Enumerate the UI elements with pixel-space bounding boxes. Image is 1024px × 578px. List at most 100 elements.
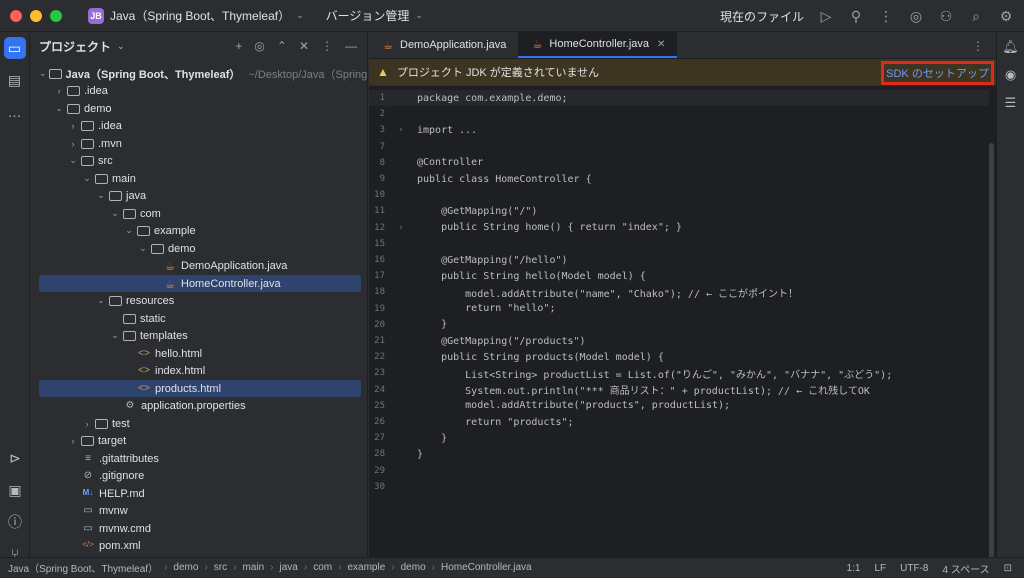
code-line[interactable]: 23 List<String> productList = List.of("り… [369, 365, 989, 381]
terminal-icon[interactable]: ▣ [4, 479, 26, 501]
code-line[interactable]: 18 model.addAttribute("name", "Chako"); … [369, 284, 989, 300]
tree-item[interactable]: <> index.html [39, 362, 361, 379]
tree-item[interactable]: static [39, 310, 361, 327]
more-icon[interactable]: ⋮ [878, 8, 894, 25]
tree-item[interactable]: ⌄ main [39, 170, 361, 187]
chevron-right-icon[interactable]: › [81, 419, 93, 429]
ai-assistant-icon[interactable]: ◎ [908, 8, 924, 25]
breadcrumb-item[interactable]: HomeController.java [441, 562, 532, 573]
breadcrumb-item[interactable]: example [347, 562, 385, 573]
notifications-icon[interactable]: 🔔︎ [1001, 39, 1021, 59]
breadcrumb-item[interactable]: java [280, 562, 298, 573]
run-config-selector[interactable]: 現在のファイル [720, 8, 804, 25]
tree-item[interactable]: ⌄ demo [39, 240, 361, 257]
tree-root[interactable]: ⌄ Java（Spring Boot、Thymeleaf） ~/Desktop/… [39, 65, 404, 82]
project-badge[interactable]: JB [88, 7, 104, 24]
problems-icon[interactable]: ⓘ [4, 511, 26, 533]
tree-item[interactable]: ⌄ demo [39, 100, 361, 117]
close-icon[interactable]: ✕ [657, 39, 665, 50]
tree-item[interactable]: ⌄ templates [39, 327, 361, 344]
tree-item-selected[interactable]: <> products.html [39, 380, 361, 397]
tree-item[interactable]: ⌄ src [39, 152, 361, 169]
code-line[interactable]: 1 package com.example.demo; [369, 90, 989, 106]
debug-icon[interactable]: ⚲ [848, 8, 864, 25]
tree-item[interactable]: ⊘ .gitignore [39, 467, 361, 484]
code-line[interactable]: 2 [369, 106, 989, 122]
chevron-down-icon[interactable]: ⌄ [53, 103, 65, 114]
minimize-window-button[interactable] [30, 9, 42, 22]
code-line[interactable]: 12 › public String home() { return "index… [369, 220, 989, 236]
line-separator[interactable]: LF [874, 563, 886, 574]
tree-item[interactable]: ⚙ application.properties [39, 397, 361, 414]
tree-item[interactable]: › target [39, 432, 361, 449]
file-encoding[interactable]: UTF-8 [900, 563, 928, 574]
breadcrumb-item[interactable]: main [242, 562, 264, 573]
tree-item[interactable]: </> pom.xml [39, 537, 361, 554]
code-line[interactable]: 3 › import ... [369, 122, 989, 138]
vcs-menu[interactable]: バージョン管理 [326, 7, 410, 24]
chevron-down-icon[interactable]: ⌄ [81, 173, 93, 184]
chevron-down-icon[interactable]: ⌄ [95, 190, 107, 201]
tree-item[interactable]: › .idea [39, 117, 361, 134]
code-line[interactable]: 15 [369, 236, 989, 252]
code-line[interactable]: 8 @Controller [369, 155, 989, 171]
tree-item-selected[interactable]: ☕ HomeController.java [39, 275, 361, 292]
database-icon[interactable]: ☰ [1001, 95, 1021, 115]
tree-item[interactable]: ☕ DemoApplication.java [39, 257, 361, 274]
tree-item[interactable]: ⌄ example [39, 222, 361, 239]
tab-home-controller[interactable]: ☕ HomeController.java ✕ [518, 32, 678, 58]
more-tools-icon[interactable]: … [4, 101, 26, 123]
breadcrumb-item[interactable]: demo [401, 562, 426, 573]
code-line[interactable]: 25 model.addAttribute("products", produc… [369, 398, 989, 414]
tree-item[interactable]: M↓ HELP.md [39, 485, 361, 502]
indent-setting[interactable]: 4 スペース [942, 561, 989, 576]
more-icon[interactable]: ⋮ [972, 39, 984, 53]
chevron-right-icon[interactable]: › [67, 436, 79, 446]
tree-item[interactable]: › .mvn [39, 135, 361, 152]
code-line[interactable]: 27 } [369, 430, 989, 446]
code-line[interactable]: 10 [369, 187, 989, 203]
chevron-right-icon[interactable]: › [53, 86, 65, 96]
chevron-down-icon[interactable]: ⌄ [95, 295, 107, 306]
breadcrumb-item[interactable]: demo [173, 562, 198, 573]
chevron-down-icon[interactable]: ⌄ [296, 10, 304, 21]
new-file-icon[interactable]: + [235, 39, 242, 53]
run-icon[interactable]: ▷ [818, 8, 834, 25]
code-line[interactable]: 9 public class HomeController { [369, 171, 989, 187]
chevron-down-icon[interactable]: ⌄ [39, 68, 47, 79]
chevron-down-icon[interactable]: ⌄ [67, 155, 79, 166]
chevron-down-icon[interactable]: ⌄ [117, 41, 125, 52]
locate-icon[interactable]: ◎ [254, 39, 264, 53]
chevron-down-icon[interactable]: ⌄ [109, 330, 121, 341]
tree-item[interactable]: ▭ mvnw [39, 502, 361, 519]
code-line[interactable]: 11 @GetMapping("/") [369, 203, 989, 219]
setup-sdk-button[interactable]: SDK のセットアップ [881, 61, 994, 85]
chevron-right-icon[interactable]: › [67, 121, 79, 131]
tab-demo-application[interactable]: ☕ DemoApplication.java [369, 32, 518, 58]
zoom-window-button[interactable] [50, 9, 62, 22]
fold-chevron-icon[interactable]: › [385, 223, 417, 233]
chevron-down-icon[interactable]: ⌄ [123, 225, 135, 236]
tree-item[interactable]: ▭ mvnw.cmd [39, 520, 361, 537]
breadcrumb-item[interactable]: src [214, 562, 227, 573]
chevron-down-icon[interactable]: ⌄ [415, 10, 423, 21]
project-switcher[interactable]: Java（Spring Boot、Thymeleaf） [110, 7, 290, 24]
ai-chat-icon[interactable]: ◉ [1001, 67, 1021, 87]
code-line[interactable]: 29 [369, 463, 989, 479]
expand-all-icon[interactable]: ⌃ [277, 39, 287, 53]
chevron-down-icon[interactable]: ⌄ [137, 243, 149, 254]
tree-item[interactable]: ⌄ com [39, 205, 361, 222]
close-window-button[interactable] [10, 9, 22, 22]
code-line[interactable]: 16 @GetMapping("/hello") [369, 252, 989, 268]
search-icon[interactable]: ⌕ [968, 8, 984, 25]
project-panel-title[interactable]: プロジェクト [39, 38, 111, 55]
tree-item[interactable]: › test [39, 415, 361, 432]
structure-icon[interactable]: ▤ [4, 69, 26, 91]
collapse-all-icon[interactable]: ✕ [299, 39, 309, 53]
tree-item[interactable]: <> hello.html [39, 345, 361, 362]
code-line[interactable]: 26 return "products"; [369, 414, 989, 430]
breadcrumb-item[interactable]: com [313, 562, 332, 573]
options-icon[interactable]: ⋮ [321, 39, 333, 53]
code-line[interactable]: 24 System.out.println("*** 商品リスト：" + pro… [369, 382, 989, 398]
fold-chevron-icon[interactable]: › [385, 125, 417, 135]
